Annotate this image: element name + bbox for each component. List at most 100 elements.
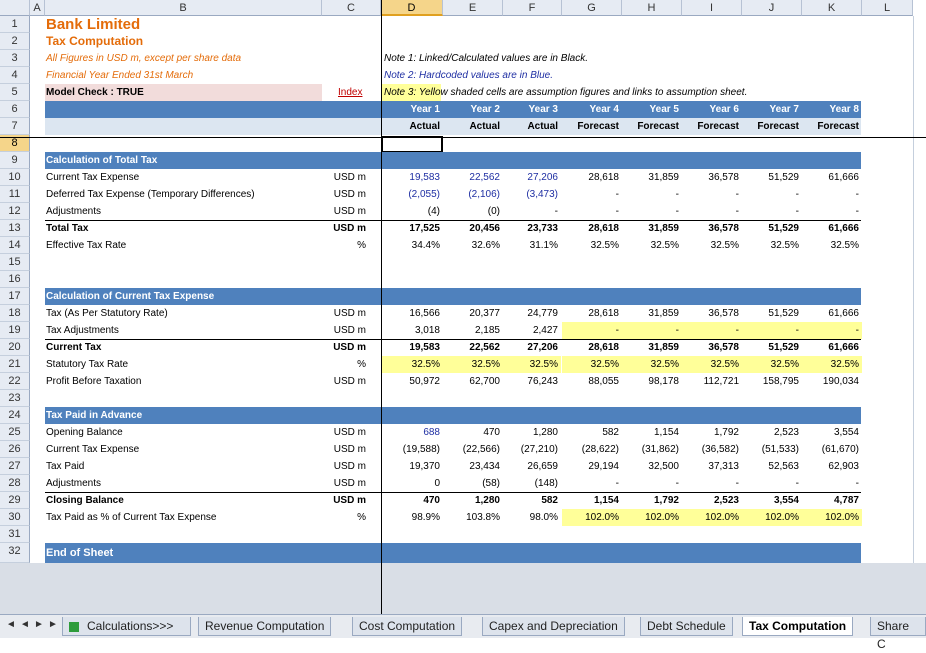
- value-cell[interactable]: -: [622, 322, 682, 339]
- row-header-27[interactable]: 27: [0, 458, 30, 475]
- value-cell[interactable]: 19,583: [381, 339, 443, 356]
- value-cell[interactable]: 190,034: [802, 373, 862, 390]
- value-cell[interactable]: 102.0%: [682, 509, 742, 526]
- tab-calculations[interactable]: Calculations>>>: [62, 617, 191, 636]
- value-cell[interactable]: 1,154: [562, 492, 622, 509]
- row-header-21[interactable]: 21: [0, 356, 30, 373]
- column-header-h[interactable]: H: [622, 0, 682, 16]
- row-header-19[interactable]: 19: [0, 322, 30, 339]
- value-cell[interactable]: -: [622, 475, 682, 492]
- row-header-24[interactable]: 24: [0, 407, 30, 424]
- value-cell[interactable]: 36,578: [682, 305, 742, 322]
- tab-cost-computation[interactable]: Cost Computation: [352, 617, 463, 636]
- value-cell[interactable]: 112,721: [682, 373, 742, 390]
- row-header-13[interactable]: 13: [0, 220, 30, 237]
- value-cell[interactable]: 20,456: [443, 220, 503, 237]
- value-cell[interactable]: 582: [502, 492, 561, 509]
- value-cell[interactable]: 470: [381, 492, 443, 509]
- row-header-15[interactable]: 15: [0, 254, 30, 271]
- value-cell[interactable]: 31.1%: [502, 237, 561, 254]
- value-cell[interactable]: 98,178: [622, 373, 682, 390]
- value-cell[interactable]: (31,862): [622, 441, 682, 458]
- value-cell[interactable]: -: [742, 322, 802, 339]
- value-cell[interactable]: 3,554: [802, 424, 862, 441]
- column-header-i[interactable]: I: [682, 0, 742, 16]
- column-header-k[interactable]: K: [802, 0, 862, 16]
- value-cell[interactable]: 31,859: [622, 220, 682, 237]
- value-cell[interactable]: 27,206: [502, 169, 561, 186]
- value-cell[interactable]: 61,666: [802, 339, 862, 356]
- value-cell[interactable]: -: [682, 203, 742, 220]
- value-cell[interactable]: 2,427: [502, 322, 561, 339]
- value-cell[interactable]: -: [562, 203, 622, 220]
- row-header-14[interactable]: 14: [0, 237, 30, 254]
- value-cell[interactable]: 688: [381, 424, 443, 441]
- column-header-f[interactable]: F: [503, 0, 562, 16]
- value-cell[interactable]: 22,562: [443, 169, 503, 186]
- value-cell[interactable]: 51,529: [742, 169, 802, 186]
- value-cell[interactable]: 32.5%: [443, 356, 503, 373]
- value-cell[interactable]: 26,659: [502, 458, 561, 475]
- select-all-corner[interactable]: [0, 0, 30, 16]
- value-cell[interactable]: 61,666: [802, 220, 862, 237]
- value-cell[interactable]: -: [682, 322, 742, 339]
- value-cell[interactable]: 16,566: [381, 305, 443, 322]
- value-cell[interactable]: (27,210): [502, 441, 561, 458]
- row-header-23[interactable]: 23: [0, 390, 30, 407]
- value-cell[interactable]: 470: [443, 424, 503, 441]
- value-cell[interactable]: 24,779: [502, 305, 561, 322]
- value-cell[interactable]: 88,055: [562, 373, 622, 390]
- row-header-2[interactable]: 2: [0, 33, 30, 50]
- column-header-l[interactable]: L: [862, 0, 913, 16]
- value-cell[interactable]: 76,243: [502, 373, 561, 390]
- value-cell[interactable]: 31,859: [622, 169, 682, 186]
- value-cell[interactable]: 22,562: [443, 339, 503, 356]
- value-cell[interactable]: 34.4%: [381, 237, 443, 254]
- tab-tax-computation[interactable]: Tax Computation: [742, 617, 854, 636]
- column-header-c[interactable]: C: [322, 0, 381, 16]
- value-cell[interactable]: 23,733: [502, 220, 561, 237]
- value-cell[interactable]: (36,582): [682, 441, 742, 458]
- value-cell[interactable]: 98.9%: [381, 509, 443, 526]
- value-cell[interactable]: 31,859: [622, 339, 682, 356]
- value-cell[interactable]: 32.6%: [443, 237, 503, 254]
- value-cell[interactable]: 103.8%: [443, 509, 503, 526]
- value-cell[interactable]: (4): [381, 203, 443, 220]
- value-cell[interactable]: 52,563: [742, 458, 802, 475]
- next-sheet-icon[interactable]: ►: [34, 619, 44, 630]
- index-link[interactable]: Index: [335, 84, 365, 101]
- row-header-9[interactable]: 9: [0, 152, 30, 169]
- row-header-32[interactable]: 32: [0, 543, 30, 563]
- value-cell[interactable]: (51,533): [742, 441, 802, 458]
- value-cell[interactable]: -: [622, 203, 682, 220]
- value-cell[interactable]: 1,154: [622, 424, 682, 441]
- value-cell[interactable]: 102.0%: [802, 509, 862, 526]
- value-cell[interactable]: (0): [443, 203, 503, 220]
- value-cell[interactable]: 2,523: [682, 492, 742, 509]
- value-cell[interactable]: 1,792: [622, 492, 682, 509]
- value-cell[interactable]: 51,529: [742, 339, 802, 356]
- value-cell[interactable]: 4,787: [802, 492, 862, 509]
- value-cell[interactable]: (2,055): [381, 186, 443, 203]
- value-cell[interactable]: -: [682, 186, 742, 203]
- row-header-20[interactable]: 20: [0, 339, 30, 356]
- value-cell[interactable]: 37,313: [682, 458, 742, 475]
- value-cell[interactable]: (19,588): [381, 441, 443, 458]
- value-cell[interactable]: -: [742, 475, 802, 492]
- value-cell[interactable]: -: [742, 203, 802, 220]
- row-header-22[interactable]: 22: [0, 373, 30, 390]
- value-cell[interactable]: -: [802, 186, 862, 203]
- last-sheet-icon[interactable]: ►: [48, 619, 58, 630]
- value-cell[interactable]: 51,529: [742, 220, 802, 237]
- value-cell[interactable]: 32.5%: [562, 237, 622, 254]
- value-cell[interactable]: 20,377: [443, 305, 503, 322]
- column-header-g[interactable]: G: [562, 0, 622, 16]
- tab-debt-schedule[interactable]: Debt Schedule: [640, 617, 733, 636]
- value-cell[interactable]: (3,473): [502, 186, 561, 203]
- value-cell[interactable]: 158,795: [742, 373, 802, 390]
- value-cell[interactable]: 3,554: [742, 492, 802, 509]
- column-header-d[interactable]: D: [381, 0, 443, 16]
- value-cell[interactable]: 3,018: [381, 322, 443, 339]
- value-cell[interactable]: 102.0%: [742, 509, 802, 526]
- row-header-12[interactable]: 12: [0, 203, 30, 220]
